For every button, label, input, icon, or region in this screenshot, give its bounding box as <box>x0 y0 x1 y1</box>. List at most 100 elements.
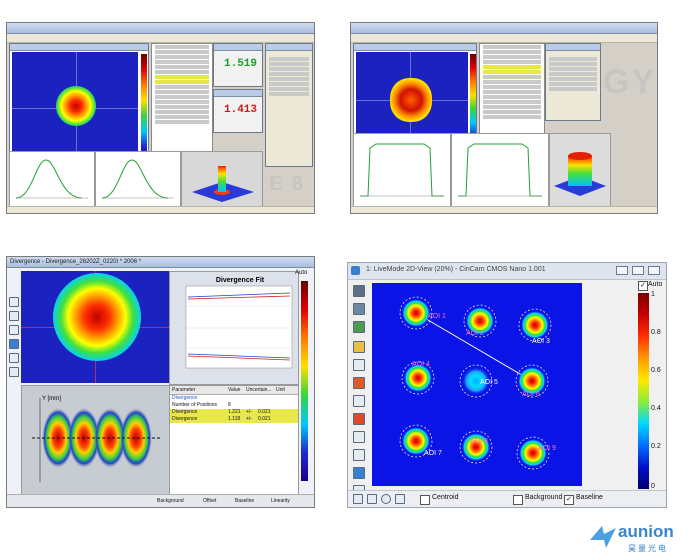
scale-tick: 0.2 <box>651 443 661 450</box>
scale-tick: 0.6 <box>651 367 661 374</box>
livemode-window: 1: LiveMode 2D-View (20%) - CinCam CMOS … <box>347 262 667 508</box>
scale-tick: 0 <box>651 483 655 490</box>
window-titlebar <box>7 23 314 34</box>
grid-icon[interactable] <box>353 449 365 461</box>
auto-label[interactable]: Auto <box>295 270 307 276</box>
x-profile-plot <box>353 133 451 207</box>
col-header-uncertainty: Uncertain... <box>246 387 272 393</box>
scale-tick: 0.4 <box>651 405 661 412</box>
aoi-label: AOI 2 <box>466 330 484 337</box>
footer-offset-checkbox[interactable]: Offset <box>203 498 216 504</box>
divergence-results-table[interactable]: Parameter Value Uncertain... Unit Diverg… <box>169 385 299 497</box>
auto-checkbox[interactable]: ✓ <box>638 281 648 291</box>
aoi-spot[interactable] <box>459 430 493 464</box>
background-checkbox[interactable] <box>513 495 523 505</box>
footer-linearity-checkbox[interactable]: Linearity <box>271 498 290 504</box>
color-scale-bar <box>638 293 649 489</box>
zoom-icon[interactable] <box>9 311 19 321</box>
status-bar <box>351 206 657 213</box>
aoi-label: AOI 7 <box>424 450 442 457</box>
baseline-label: Baseline <box>576 494 603 501</box>
centroid-checkbox[interactable] <box>420 495 430 505</box>
toolbar[interactable] <box>7 34 314 43</box>
status-bar <box>7 206 314 213</box>
x-profile-plot <box>9 151 95 207</box>
3d-view-icon[interactable] <box>353 377 365 389</box>
watermark: GY <box>603 63 657 101</box>
table-icon[interactable] <box>9 367 19 377</box>
y-axis-label: Y [mm] <box>42 396 61 402</box>
aoi-label: AOI 1 <box>428 313 446 320</box>
settings-dialog[interactable] <box>545 43 601 121</box>
histogram-icon[interactable] <box>353 431 365 443</box>
zoom-out-icon[interactable] <box>9 325 19 335</box>
aoi-spot[interactable] <box>518 308 552 342</box>
window-title: Divergence - Divergence_26202Z_0220I * 2… <box>7 257 314 268</box>
toolbar[interactable] <box>351 34 657 43</box>
aoi-spot[interactable] <box>516 436 550 470</box>
scale-tick: 1 <box>651 291 655 298</box>
table-row[interactable]: Number of Positions 8 <box>170 402 298 409</box>
camera-icon[interactable] <box>353 285 365 297</box>
table-row[interactable]: Divergence 1.118 +/- 0.021 <box>170 416 298 423</box>
table-row[interactable]: Divergence 1.221 +/- 0.021 <box>170 409 298 416</box>
settings-dialog[interactable] <box>265 43 313 167</box>
color-scale-bar <box>301 281 308 481</box>
background-label: Background <box>525 494 563 501</box>
footer-background-checkbox[interactable]: Background <box>157 498 184 504</box>
magnifier-icon[interactable] <box>353 359 365 371</box>
aoi-label: AOI 8 <box>470 438 488 445</box>
aoi-icon[interactable] <box>353 321 365 333</box>
fit-view-icon[interactable] <box>353 494 363 504</box>
auto-label: Auto <box>648 281 663 288</box>
maximize-icon[interactable] <box>632 266 644 275</box>
fit-icon[interactable] <box>353 413 365 425</box>
brand-logo: aunion 昊量光电 <box>588 520 692 556</box>
baseline-checkbox[interactable]: ✓ <box>564 495 574 505</box>
readout-window-a: 1.519 <box>213 43 263 87</box>
aoi-label: AOI 4 <box>412 361 430 368</box>
aoi-label: AOI 6 <box>522 391 540 398</box>
image-icon[interactable] <box>353 303 365 315</box>
y-profile-plot <box>451 133 549 207</box>
beam-3d-view <box>549 133 611 207</box>
screenshot-top-left: 1.519 1.413 E 8 <box>6 22 315 214</box>
aoi-label: AOI 9 <box>538 445 556 452</box>
screenshot-top-right: GY <box>350 22 658 214</box>
window-titlebar <box>351 23 657 34</box>
aoi-overlay: AOI 1 AOI 2 AOI 3 AOI 4 AOI 5 AOI 6 AOI … <box>399 296 556 470</box>
col-header-parameter: Parameter <box>172 387 196 393</box>
minimize-icon[interactable] <box>616 266 628 275</box>
brand-name: aunion <box>618 522 674 541</box>
centroid-label: Centroid <box>432 494 459 501</box>
readout-value-b: 1.413 <box>224 104 258 116</box>
beam-image <box>21 271 169 383</box>
readout-value-a: 1.519 <box>224 58 258 70</box>
grid-icon[interactable] <box>9 353 19 363</box>
profile-icon[interactable] <box>353 395 365 407</box>
brand-mark-icon <box>590 526 616 548</box>
network-icon[interactable] <box>353 467 365 479</box>
beam-caustic-view: Y [mm] <box>21 385 171 497</box>
rotate-icon[interactable] <box>395 494 405 504</box>
bottom-toolbar: Centroid Background ✓ Baseline <box>348 490 666 507</box>
aoi-label: AOI 3 <box>532 338 550 345</box>
readout-window-b: 1.413 <box>213 89 263 133</box>
footer-baseline-checkbox[interactable]: Baseline <box>235 498 254 504</box>
col-header-unit: Unit <box>276 387 285 393</box>
profile-icon[interactable] <box>9 339 19 349</box>
pan-icon[interactable] <box>9 297 19 307</box>
brand-subtitle: 昊量光电 <box>628 544 668 553</box>
divergence-fit-chart: Divergence Fit <box>169 271 299 385</box>
scale-tick: 0.8 <box>651 329 661 336</box>
fit-chart-title: Divergence Fit <box>216 277 265 284</box>
fit-chart-svg: Divergence Fit <box>185 277 293 369</box>
beam-2d-window <box>9 43 149 167</box>
divergence-window: Divergence - Divergence_26202Z_0220I * 2… <box>6 256 315 508</box>
close-icon[interactable] <box>648 266 660 275</box>
ellipse-icon[interactable] <box>381 494 391 504</box>
crosshair-icon[interactable] <box>353 341 365 353</box>
table-row[interactable]: Divergence <box>170 395 298 402</box>
rectangle-icon[interactable] <box>367 494 377 504</box>
beam-image: AOI 1 AOI 2 AOI 3 AOI 4 AOI 5 AOI 6 AOI … <box>372 283 582 486</box>
